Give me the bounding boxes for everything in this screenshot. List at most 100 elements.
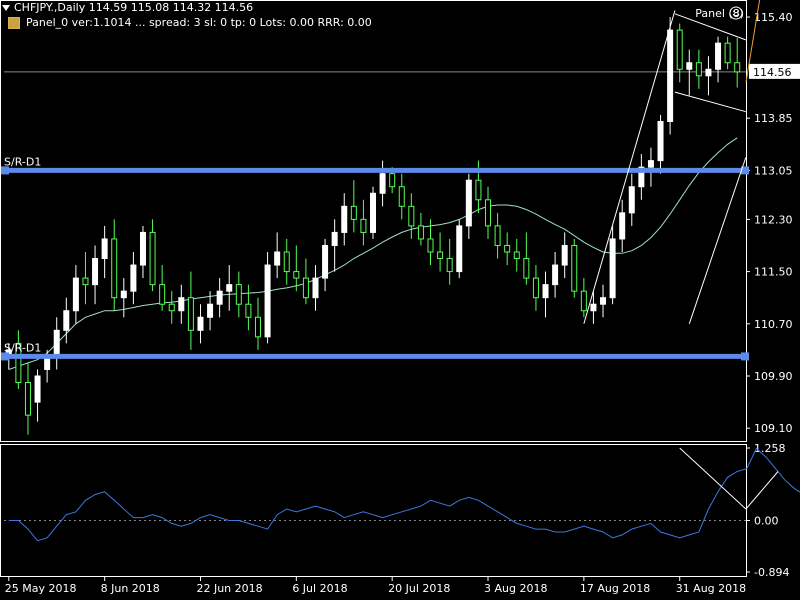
candle [226,265,233,311]
current-price-label: 114.56 [753,66,792,79]
candle-body [657,120,664,162]
osc-tick-label: 1.258 [754,442,786,455]
candle [638,154,645,200]
candle [408,193,415,239]
candle [456,219,463,279]
panel-text: Panel_0 ver:1.1014 ... spread: 3 sl: 0 t… [26,16,372,29]
candle-body [715,42,722,70]
candle [53,317,60,370]
time-axis: 25 May 2018 8 Jun 2018 22 Jun 2018 6 Jul 20… [5,577,746,595]
candle [552,252,559,298]
candle [264,252,271,344]
price-tick-label: 115.40 [754,11,793,24]
candle-body [34,375,41,403]
candle-body [197,316,204,331]
candle [216,278,223,318]
time-tick-label: 6 Jul 2018 [292,582,347,595]
candle [159,265,166,311]
candle-body [254,316,261,338]
candle-body [312,277,319,299]
candle-body [360,218,367,233]
candle [561,232,568,279]
candle-body [456,225,463,273]
candle [34,369,41,422]
smiley-icon[interactable] [729,6,743,20]
candle-body [379,173,386,194]
candle-body [628,186,635,214]
oscillator-pane[interactable]: 1.258 0.00 -0.894 [0,442,800,579]
candle [101,225,108,279]
candle-body [417,225,424,240]
channel-line-bottom [674,91,746,113]
time-tick-label: 25 May 2018 [5,582,77,595]
candle-body [101,238,108,260]
sr-label: S/R-D1 [4,341,41,354]
candle-body [580,290,587,312]
candle [465,173,472,239]
candle [600,284,607,318]
osc-trend-line [679,447,747,510]
candle-body [552,264,559,286]
candle [63,297,70,344]
candle-body [274,251,281,266]
candle [734,37,741,88]
candle [72,265,79,324]
price-tick-label: 112.30 [754,213,793,226]
dropdown-arrow-icon[interactable] [2,5,10,11]
candle-body [216,290,223,305]
price-tick-label: 109.10 [754,422,793,435]
candle [571,238,578,298]
candle [283,238,290,285]
candle-body [619,212,626,240]
price-pane[interactable]: 115.40 113.85 113.05 112.30 111.50 110.70 109.… [0,0,800,442]
candle-body [600,297,607,305]
chart-canvas[interactable]: 115.40 113.85 113.05 112.30 111.50 110.70 109.… [0,0,800,600]
candle [331,219,338,272]
candle [657,114,664,174]
candle [111,219,118,311]
symbol-line: CHFJPY.,Daily 114.59 115.08 114.32 114.5… [0,0,690,15]
candle-body [302,277,309,299]
oscillator-line [8,447,800,542]
time-tick-label: 3 Aug 2018 [484,582,547,595]
candle [379,160,386,207]
chart-header: CHFJPY.,Daily 114.59 115.08 114.32 114.5… [0,0,690,34]
candle-body [542,284,549,299]
candle [724,36,731,70]
candle [24,362,31,435]
candle-body [667,29,674,122]
candle-body [590,303,597,312]
candle-body [130,264,137,292]
candle [504,232,511,266]
candle-body [207,303,214,318]
candle-body [149,231,156,286]
osc-trend-line-right [745,471,779,510]
price-axis: 115.40 113.85 113.05 112.30 111.50 110.70 109.… [4,11,800,435]
candle-body [341,205,348,233]
candle-body [53,329,60,357]
candle [619,199,626,252]
panel-line: Panel_0 ver:1.1014 ... spread: 3 sl: 0 t… [0,15,690,30]
candle-body [485,199,492,227]
candle [293,245,300,292]
oscillator-pane-border [0,444,747,577]
candle-body [504,244,511,253]
price-tick-label: 113.85 [754,112,793,125]
candle [130,252,137,305]
candle [168,291,175,324]
candle-body [676,29,683,70]
candle-body [724,42,731,64]
candle [15,330,22,390]
time-tick-label: 8 Jun 2018 [101,582,160,595]
candle-body [437,251,444,260]
candle [417,212,424,246]
candle-body [168,303,175,312]
candle [715,36,722,83]
candle [92,245,99,305]
candle-body [235,284,242,305]
candle-body [408,205,415,227]
candle-body [187,297,194,331]
time-tick-label: 20 Jul 2018 [388,582,450,595]
panel-icon[interactable] [8,17,20,29]
candle-body [609,238,616,299]
